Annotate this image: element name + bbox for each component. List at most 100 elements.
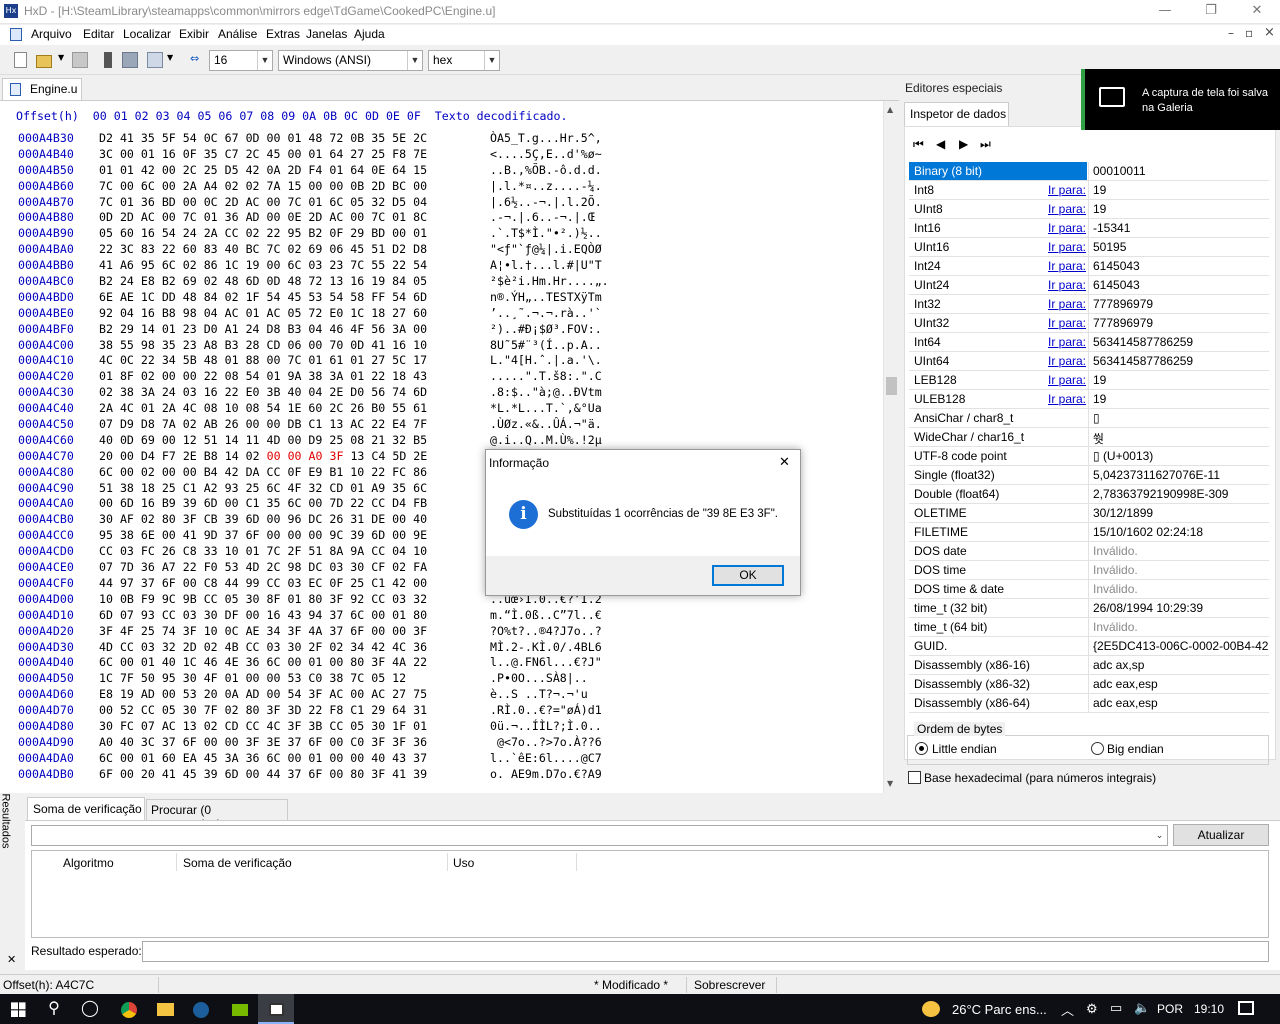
inspector-row[interactable]: Disassembly (x86-16) adc ax,sp: [909, 656, 1269, 675]
inspector-row[interactable]: Int24 Ir para: 6145043: [909, 257, 1269, 276]
weather-icon[interactable]: [922, 1001, 940, 1017]
inspector-value[interactable]: 6145043: [1093, 259, 1269, 273]
inspector-row[interactable]: Single (float32) 5,04237311627076E-11: [909, 466, 1269, 485]
inspector-row[interactable]: Binary (8 bit) 00010011: [909, 162, 1269, 181]
row-decoded-text[interactable]: è.­.S .­.T?¬.¬'u: [490, 687, 588, 703]
row-hex-bytes[interactable]: 30 FC 07 AC 13 02 CD CC 4C 3F 3B CC 05 3…: [99, 719, 427, 735]
row-decoded-text[interactable]: ²$è²i.Hm.Hr....„.: [490, 274, 609, 290]
chrome-icon[interactable]: [111, 994, 147, 1024]
process-dropdown-icon[interactable]: ▼: [167, 53, 173, 62]
inspector-value[interactable]: adc ax,sp: [1093, 658, 1269, 672]
row-hex-bytes[interactable]: 3F 4F 25 74 3F 10 0C AE 34 3F 4A 37 6F 0…: [99, 624, 427, 640]
scroll-up-icon[interactable]: ▲: [887, 105, 893, 114]
row-hex-bytes[interactable]: 6F 00 20 41 45 39 6D 00 44 37 6F 00 80 3…: [99, 767, 427, 783]
inspector-row[interactable]: WideChar / char16_t 쒓: [909, 428, 1269, 447]
inspector-value[interactable]: Inválido.: [1093, 563, 1269, 577]
row-hex-bytes[interactable]: 6C 00 01 40 1C 46 4E 36 6C 00 01 00 80 3…: [99, 655, 427, 671]
mdi-minimize-button[interactable]: –: [1228, 26, 1234, 40]
windows-start-icon[interactable]: [0, 994, 36, 1024]
hex-byte[interactable]: 2E: [183, 449, 204, 463]
inspector-value[interactable]: 777896979: [1093, 316, 1269, 330]
hex-byte[interactable]: F7: [162, 449, 183, 463]
inspector-row[interactable]: UInt8 Ir para: 19: [909, 200, 1269, 219]
inspector-value[interactable]: 쒓: [1093, 430, 1269, 447]
chevron-up-icon[interactable]: ︿: [1061, 1000, 1074, 1019]
save-icon[interactable]: [72, 52, 88, 68]
base-select[interactable]: hex ▼: [428, 50, 500, 71]
inspector-value[interactable]: 777896979: [1093, 297, 1269, 311]
search-icon[interactable]: ⚲: [36, 994, 72, 1024]
inspector-row[interactable]: LEB128 Ir para: 19: [909, 371, 1269, 390]
row-hex-bytes[interactable]: 02 38 3A 24 03 16 22 E0 3B 40 04 2E D0 5…: [99, 385, 427, 401]
inspector-value[interactable]: Inválido.: [1093, 620, 1269, 634]
clock[interactable]: 19:10: [1194, 1002, 1224, 1016]
last-icon[interactable]: ⏭: [980, 137, 991, 152]
inspector-value[interactable]: ▯ (U+0013): [1093, 449, 1269, 463]
inspector-row[interactable]: UTF-8 code point ▯ (U+0013): [909, 447, 1269, 466]
refresh-button[interactable]: Atualizar: [1173, 824, 1269, 846]
go-to-link[interactable]: Ir para:: [1048, 354, 1086, 368]
inspector-row[interactable]: Int32 Ir para: 777896979: [909, 295, 1269, 314]
row-hex-bytes[interactable]: 07 7D 36 A7 22 F0 53 4D 2C 98 DC 03 30 C…: [99, 560, 427, 576]
row-decoded-text[interactable]: L."4[H.ˆ.|.a.'\.: [490, 353, 602, 369]
row-hex-bytes[interactable]: 7C 00 6C 00 2A A4 02 02 7A 15 00 00 0B 2…: [99, 179, 427, 195]
inspector-value[interactable]: 2,78363792190998E-309: [1093, 487, 1269, 501]
expected-input[interactable]: [142, 941, 1269, 962]
row-hex-bytes[interactable]: 20 00 D4 F7 2E B8 14 02 00 00 A0 3F 13 C…: [99, 449, 427, 465]
inspector-value[interactable]: 19: [1093, 202, 1269, 216]
file-explorer-icon[interactable]: [147, 994, 183, 1024]
go-to-link[interactable]: Ir para:: [1048, 297, 1086, 311]
hex-byte[interactable]: 00: [120, 449, 141, 463]
row-hex-bytes[interactable]: 30 AF 02 80 3F CB 39 6D 00 96 DC 26 31 D…: [99, 512, 427, 528]
row-decoded-text[interactable]: |.l.*¤..z....-¼.: [490, 179, 602, 195]
inspector-value[interactable]: 5,04237311627076E-11: [1093, 468, 1269, 482]
inspector-row[interactable]: GUID. {2E5DC413-006C-0002-00B4-42DA: [909, 637, 1269, 656]
row-hex-bytes[interactable]: 10 0B F9 9C 9B CC 05 30 8F 01 80 3F 92 C…: [99, 592, 427, 608]
row-decoded-text[interactable]: .-¬.|.6­..-¬.|.Œ: [490, 210, 595, 226]
inspector-row[interactable]: OLETIME 30/12/1899: [909, 504, 1269, 523]
row-decoded-text[interactable]: A¦•l.†...l.#|U"T: [490, 258, 602, 274]
row-hex-bytes[interactable]: 6C 00 02 00 00 B4 42 DA CC 0F E9 B1 10 2…: [99, 465, 427, 481]
inspector-value[interactable]: adc eax,esp: [1093, 677, 1269, 691]
row-decoded-text[interactable]: .....".T.š8:.".C: [490, 369, 602, 385]
big-endian-radio[interactable]: [1091, 742, 1104, 755]
row-decoded-text[interactable]: @.i..Q..M.Ù%.!2µ: [490, 433, 602, 449]
row-hex-bytes[interactable]: 00 6D 16 B9 39 6D 00 C1 35 6C 00 7D 22 C…: [99, 496, 427, 512]
row-hex-bytes[interactable]: 92 04 16 B8 98 04 AC 01 AC 05 72 E0 1C 1…: [99, 306, 427, 322]
previous-icon[interactable]: ◀: [936, 137, 945, 151]
scroll-down-icon[interactable]: ▼: [887, 779, 893, 788]
row-hex-bytes[interactable]: 0D 2D AC 00 7C 01 36 AD 00 0E 2D AC 00 7…: [99, 210, 427, 226]
row-hex-bytes[interactable]: A0 40 3C 37 6F 00 00 3F 3E 37 6F 00 C0 3…: [99, 735, 427, 751]
row-decoded-text[interactable]: |.6½..-¬.|.l.2Õ.: [490, 195, 602, 211]
ok-button[interactable]: OK: [712, 565, 784, 586]
open-dropdown-icon[interactable]: ▼: [58, 53, 64, 62]
hex-byte[interactable]: D4: [141, 449, 162, 463]
row-hex-bytes[interactable]: 01 8F 02 00 00 22 08 54 01 9A 38 3A 01 2…: [99, 369, 427, 385]
first-icon[interactable]: ⏮: [913, 137, 924, 152]
tab-checksum[interactable]: Soma de verificação: [27, 797, 145, 820]
minimize-button[interactable]: —: [1142, 0, 1188, 24]
weather-text[interactable]: 26°C Parc ens...: [952, 1002, 1047, 1017]
hex-byte[interactable]: 13: [350, 449, 371, 463]
inspector-value[interactable]: 30/12/1899: [1093, 506, 1269, 520]
row-decoded-text[interactable]: ?O%t?..®4?J7o..?: [490, 624, 602, 640]
go-to-link[interactable]: Ir para:: [1048, 183, 1086, 197]
task-view-icon[interactable]: ◯: [72, 994, 108, 1024]
hex-byte[interactable]: 5D: [392, 449, 413, 463]
row-hex-bytes[interactable]: 38 55 98 35 23 A8 B3 28 CD 06 00 70 0D 4…: [99, 338, 427, 354]
inspector-value[interactable]: 19: [1093, 183, 1269, 197]
row-decoded-text[interactable]: .P•0O...SÀ8|..: [490, 671, 588, 687]
row-decoded-text[interactable]: 0ü.¬..ÍÌL?;Ì.0..: [490, 719, 602, 735]
open-file-icon[interactable]: [36, 55, 52, 68]
close-button[interactable]: ✕: [1234, 0, 1280, 24]
steam-tray-icon[interactable]: ⚙: [1086, 1001, 1098, 1017]
row-decoded-text[interactable]: MÌ.2-.KÌ.0/.4BL6: [490, 640, 602, 656]
go-to-link[interactable]: Ir para:: [1048, 221, 1086, 235]
inspector-row[interactable]: Int8 Ir para: 19: [909, 181, 1269, 200]
row-hex-bytes[interactable]: 01 01 42 00 2C 25 D5 42 0A 2D F4 01 64 0…: [99, 163, 427, 179]
row-decoded-text[interactable]: 8U˜5#¨³(Í..p.A..: [490, 338, 602, 354]
go-to-link[interactable]: Ir para:: [1048, 202, 1086, 216]
row-decoded-text[interactable]: <....5Ç,E..d'%ø~: [490, 147, 602, 163]
row-hex-bytes[interactable]: 07 D9 D8 7A 02 AB 26 00 00 DB C1 13 AC 2…: [99, 417, 427, 433]
inspector-row[interactable]: UInt24 Ir para: 6145043: [909, 276, 1269, 295]
